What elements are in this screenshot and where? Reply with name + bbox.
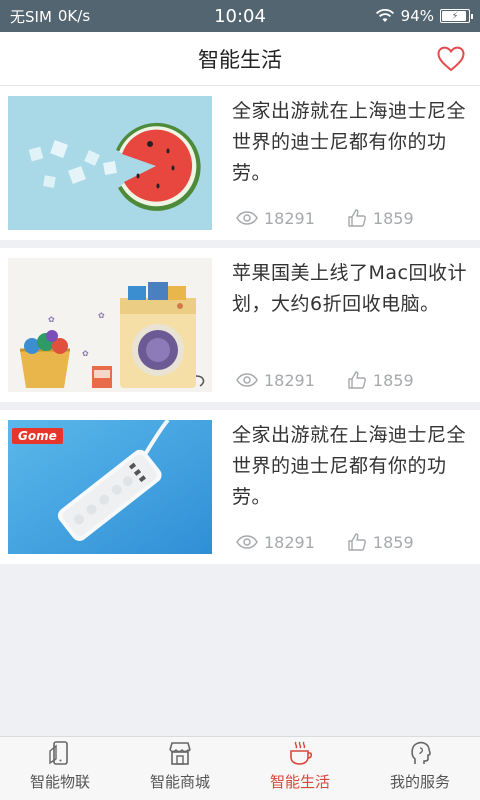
status-bar: 无SIM 0K/s 10:04 94% ⚡ bbox=[0, 0, 480, 32]
tab-label: 智能商城 bbox=[149, 773, 210, 791]
likes-count: 1859 bbox=[372, 208, 414, 228]
article-title: 全家出游就在上海迪士尼全世界的迪士尼都有你的功劳。 bbox=[232, 424, 467, 508]
article-title: 全家出游就在上海迪士尼全世界的迪士尼都有你的功劳。 bbox=[232, 100, 467, 184]
head-icon bbox=[411, 741, 431, 764]
carrier-label: 无SIM bbox=[10, 7, 52, 26]
article-stats: 18291 1859 bbox=[236, 370, 414, 390]
phone-icon bbox=[49, 741, 68, 765]
likes-count: 1859 bbox=[372, 370, 414, 390]
article-stats: 18291 1859 bbox=[236, 208, 414, 228]
views-count: 18291 bbox=[264, 532, 315, 552]
charging-bolt-icon: ⚡ bbox=[451, 10, 459, 22]
tab-smart-iot[interactable]: 智能物联 bbox=[0, 737, 120, 800]
likes-count: 1859 bbox=[372, 532, 414, 552]
tab-smart-mall[interactable]: 智能商城 bbox=[120, 737, 240, 800]
favorite-button[interactable] bbox=[436, 44, 466, 74]
views-stat: 18291 bbox=[236, 208, 315, 228]
tab-label: 智能生活 bbox=[269, 773, 330, 791]
views-stat: 18291 bbox=[236, 370, 315, 390]
tab-smart-life[interactable]: 智能生活 bbox=[240, 737, 360, 800]
status-right: 94% ⚡ bbox=[375, 7, 473, 25]
battery-percent: 94% bbox=[400, 7, 434, 25]
likes-stat[interactable]: 1859 bbox=[347, 532, 414, 552]
tab-my-service[interactable]: 我的服务 bbox=[360, 737, 480, 800]
views-stat: 18291 bbox=[236, 532, 315, 552]
feed-item[interactable]: ✿ ✿ ✿ 苹果国美上线了Mac回收计划，大约6折回收电脑。 18291 185… bbox=[0, 248, 480, 402]
app-header: 智能生活 bbox=[0, 32, 480, 86]
article-stats: 18291 1859 bbox=[236, 532, 414, 552]
views-count: 18291 bbox=[264, 208, 315, 228]
wifi-icon bbox=[375, 9, 394, 22]
status-left: 无SIM 0K/s bbox=[10, 6, 90, 27]
page-title: 智能生活 bbox=[198, 47, 282, 72]
thumbs-up-icon bbox=[348, 209, 366, 227]
eye-icon bbox=[236, 373, 258, 387]
tab-label: 智能物联 bbox=[29, 773, 90, 791]
power-strip-image: Gome bbox=[8, 420, 212, 554]
tab-label: 我的服务 bbox=[389, 773, 450, 791]
bottom-tab-bar: 智能物联 智能商城 智能生活 我的服务 bbox=[0, 736, 480, 800]
svg-text:✿: ✿ bbox=[48, 315, 55, 324]
article-title: 苹果国美上线了Mac回收计划，大约6折回收电脑。 bbox=[232, 262, 467, 315]
thumbs-up-icon bbox=[348, 533, 366, 551]
likes-stat[interactable]: 1859 bbox=[347, 208, 414, 228]
feed-item[interactable]: 全家出游就在上海迪士尼全世界的迪士尼都有你的功劳。 18291 1859 bbox=[0, 86, 480, 240]
eye-icon bbox=[236, 211, 258, 225]
svg-text:✿: ✿ bbox=[98, 311, 105, 320]
washing-machine-image: ✿ ✿ ✿ bbox=[8, 258, 212, 392]
heart-icon bbox=[437, 46, 465, 72]
svg-text:✿: ✿ bbox=[82, 349, 89, 358]
network-speed: 0K/s bbox=[57, 7, 91, 25]
battery-icon: ⚡ bbox=[440, 9, 473, 23]
thumbs-up-icon bbox=[348, 371, 366, 389]
eye-icon bbox=[236, 535, 258, 549]
feed-item[interactable]: Gome 全家出游就在上海迪士尼全世界的迪士尼都有你的功劳。 18291 185… bbox=[0, 410, 480, 564]
views-count: 18291 bbox=[264, 370, 315, 390]
watermelon-image bbox=[8, 96, 212, 230]
likes-stat[interactable]: 1859 bbox=[347, 370, 414, 390]
store-icon bbox=[169, 742, 191, 765]
coffee-cup-icon bbox=[290, 741, 313, 765]
brand-logo: Gome bbox=[12, 428, 63, 444]
